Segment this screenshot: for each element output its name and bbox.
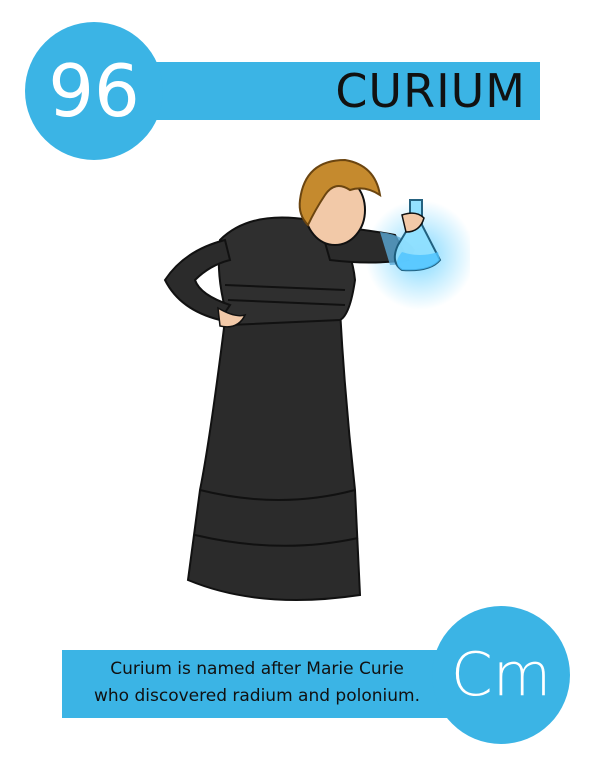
element-symbol-circle: Cm — [432, 606, 570, 744]
scientist-with-flask-illustration — [163, 158, 470, 601]
fact-bar: Curium is named after Marie Curie who di… — [62, 650, 462, 718]
fact-line-1: Curium is named after Marie Curie — [110, 659, 404, 679]
fact-line-2: who discovered radium and polonium. — [94, 686, 420, 706]
fact-text: Curium is named after Marie Curie who di… — [62, 656, 452, 710]
dress-skirt — [186, 308, 362, 601]
element-name: CURIUM — [335, 64, 526, 118]
element-symbol: Cm — [450, 640, 552, 710]
